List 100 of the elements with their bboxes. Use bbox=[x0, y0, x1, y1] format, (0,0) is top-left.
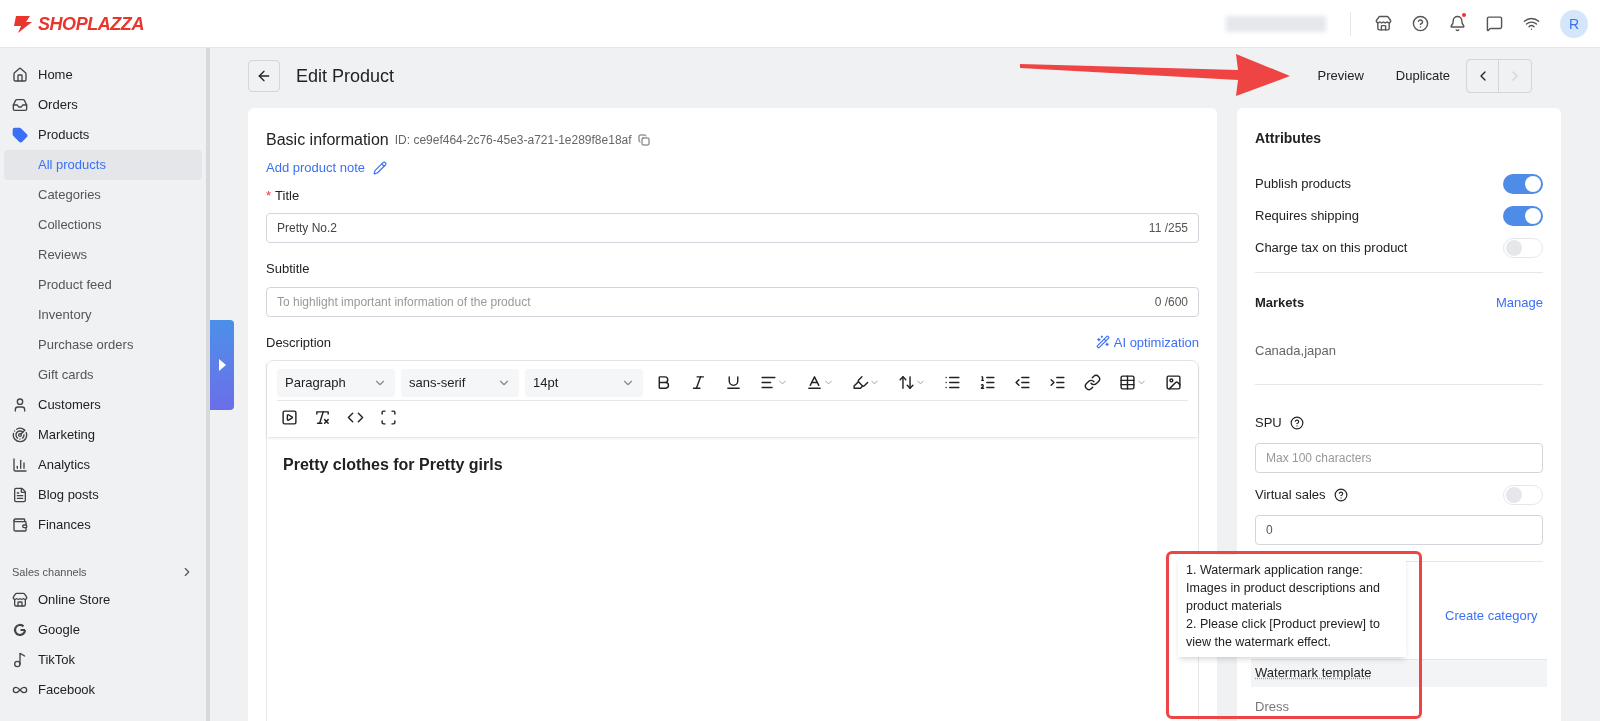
watermark-value: Dress bbox=[1255, 697, 1290, 716]
sidebar-subitem[interactable]: Categories bbox=[4, 180, 202, 210]
subtitle-input-field[interactable]: To highlight important information of the product 0 /600 bbox=[266, 286, 1199, 317]
sidebar-item[interactable]: Marketing bbox=[4, 420, 202, 450]
required-mark: * bbox=[266, 186, 272, 205]
create-category-link[interactable]: Create category bbox=[1445, 607, 1538, 623]
field-label: Title bbox=[275, 186, 300, 205]
toggle-switch[interactable] bbox=[1503, 238, 1543, 258]
bell-icon[interactable] bbox=[1449, 15, 1466, 32]
bullet-list-icon[interactable] bbox=[944, 374, 961, 391]
home-icon bbox=[12, 67, 28, 83]
tag-icon bbox=[12, 127, 28, 143]
image-icon[interactable] bbox=[1165, 374, 1182, 391]
sidebar-item[interactable]: Analytics bbox=[4, 450, 202, 480]
text-color-icon[interactable] bbox=[806, 374, 823, 391]
toggle-label: Publish products bbox=[1255, 175, 1352, 194]
format-select[interactable]: 14pt bbox=[525, 368, 643, 397]
markets-value: Canada,japan bbox=[1255, 341, 1337, 360]
music-note-icon bbox=[12, 651, 28, 668]
table-icon[interactable] bbox=[1119, 374, 1136, 391]
section-heading: Markets bbox=[1255, 294, 1305, 312]
page-title: Edit Product bbox=[296, 65, 395, 88]
logo-text: SHOPLAZZA bbox=[38, 12, 144, 36]
tooltip-text: 1. Watermark application range: Images in product descriptions and product materials bbox=[1186, 562, 1381, 615]
wallet-icon bbox=[12, 517, 28, 533]
format-select[interactable]: sans-serif bbox=[401, 368, 519, 397]
avatar[interactable]: R bbox=[1560, 9, 1588, 38]
sidebar-subitem[interactable]: All products bbox=[4, 150, 202, 180]
link-icon[interactable] bbox=[1084, 374, 1101, 391]
description-text: Pretty clothes for Pretty girls bbox=[282, 455, 504, 475]
tooltip-text: 2. Please click [Product preview] to view the watermark effect. bbox=[1186, 616, 1381, 651]
video-icon[interactable] bbox=[281, 408, 298, 426]
numbered-list-icon[interactable] bbox=[979, 374, 996, 391]
underline-icon[interactable] bbox=[725, 374, 742, 391]
sidebar-item[interactable]: Orders bbox=[4, 90, 202, 120]
toggle-switch[interactable] bbox=[1503, 174, 1543, 194]
chat-icon[interactable] bbox=[1486, 15, 1503, 32]
sidebar-item[interactable]: Finances bbox=[4, 510, 202, 540]
manage-link[interactable]: Manage bbox=[1496, 293, 1543, 313]
watermark-template-row[interactable]: Watermark template bbox=[1251, 658, 1547, 687]
sidebar-item[interactable]: Customers bbox=[4, 390, 202, 420]
wifi-icon[interactable] bbox=[1523, 15, 1540, 32]
line-height-icon[interactable] bbox=[898, 374, 915, 391]
toggle-label: Requires shipping bbox=[1255, 207, 1360, 226]
magic-wand-icon[interactable] bbox=[1095, 335, 1110, 350]
person-icon bbox=[12, 397, 28, 413]
fullscreen-icon[interactable] bbox=[380, 408, 397, 426]
sidebar-item[interactable]: TikTok bbox=[4, 644, 202, 675]
arrow-left-icon bbox=[256, 68, 272, 84]
align-left-icon[interactable] bbox=[760, 374, 777, 391]
field-label: Virtual sales bbox=[1255, 485, 1326, 504]
sidebar-subitem[interactable]: Collections bbox=[4, 210, 202, 240]
toggle-switch[interactable] bbox=[1503, 484, 1543, 505]
help-icon[interactable] bbox=[1289, 415, 1304, 430]
title-input-field[interactable]: Pretty No.2 11 /255 bbox=[266, 213, 1199, 243]
store-icon[interactable] bbox=[1375, 15, 1392, 32]
sidebar-subitem[interactable]: Reviews bbox=[4, 240, 202, 270]
highlighter-icon[interactable] bbox=[852, 374, 869, 391]
store-icon bbox=[12, 591, 28, 608]
clear-format-icon[interactable] bbox=[314, 408, 331, 426]
sidebar-item[interactable]: Online Store bbox=[4, 584, 202, 615]
logo-icon bbox=[12, 13, 34, 34]
bar-chart-icon bbox=[12, 457, 28, 473]
spu-input-field[interactable]: Max 100 characters bbox=[1255, 442, 1543, 473]
sidebar-item[interactable]: Google bbox=[4, 614, 202, 645]
field-label: Description bbox=[266, 333, 333, 352]
add-note-link[interactable]: Add product note bbox=[266, 158, 366, 178]
inbox-icon bbox=[12, 97, 28, 113]
card-heading: Attributes bbox=[1255, 129, 1323, 148]
ai-optimization-link[interactable]: AI optimization bbox=[1113, 332, 1199, 352]
virtual-sales-input-field[interactable]: 0 bbox=[1255, 514, 1543, 545]
sidebar-subitem[interactable]: Product feed bbox=[4, 270, 202, 300]
collapse-handle[interactable] bbox=[210, 320, 234, 410]
sidebar-item[interactable]: Blog posts bbox=[4, 480, 202, 510]
help-icon[interactable] bbox=[1333, 487, 1348, 502]
preview-button[interactable]: Preview bbox=[1309, 60, 1372, 92]
indent-icon[interactable] bbox=[1049, 374, 1066, 391]
product-id: ID: ce9ef464-2c76-45e3-a721-1e289f8e18af bbox=[394, 132, 632, 148]
sidebar-item[interactable]: Home bbox=[4, 60, 202, 90]
duplicate-button[interactable]: Duplicate bbox=[1387, 60, 1458, 92]
outdent-icon[interactable] bbox=[1014, 374, 1031, 391]
field-label: SPU bbox=[1255, 414, 1282, 432]
sidebar-subitem[interactable]: Gift cards bbox=[4, 360, 202, 390]
pencil-icon[interactable] bbox=[373, 160, 388, 175]
field-label: Subtitle bbox=[266, 260, 311, 278]
card-heading: Basic information bbox=[266, 130, 389, 150]
format-select[interactable]: Paragraph bbox=[277, 368, 395, 397]
help-icon[interactable] bbox=[1412, 15, 1429, 32]
italic-icon[interactable] bbox=[690, 374, 707, 391]
back-button[interactable] bbox=[248, 60, 280, 92]
g-letter-icon bbox=[12, 621, 28, 638]
toggle-switch[interactable] bbox=[1503, 206, 1543, 226]
sidebar-subitem[interactable]: Inventory bbox=[4, 300, 202, 330]
radar-icon bbox=[12, 427, 28, 443]
toggle-label: Charge tax on this product bbox=[1255, 239, 1408, 258]
sidebar-item[interactable]: Products bbox=[4, 120, 202, 150]
copy-icon[interactable] bbox=[637, 134, 650, 146]
sidebar-item[interactable]: Facebook bbox=[4, 674, 202, 705]
document-icon bbox=[12, 487, 28, 503]
sidebar-subitem[interactable]: Purchase orders bbox=[4, 330, 202, 360]
